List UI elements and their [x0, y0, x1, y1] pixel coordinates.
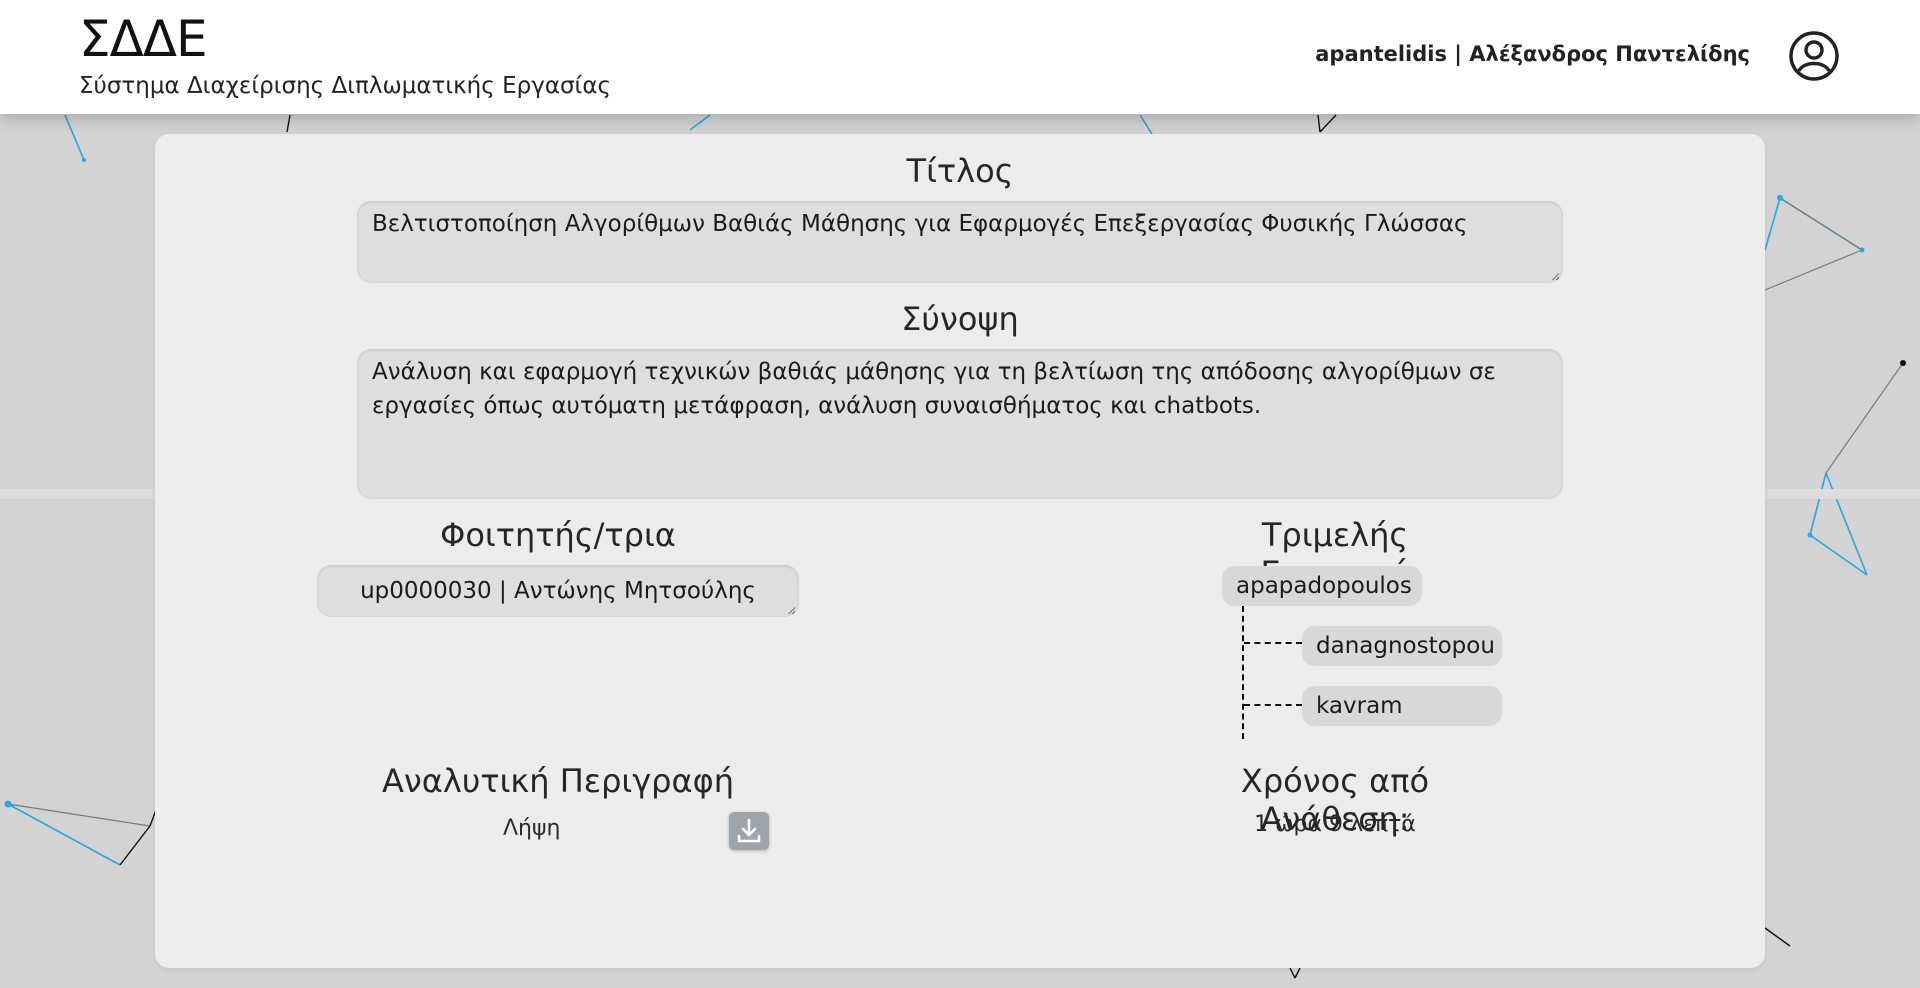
- user-info: apantelidis | Αλέξανδρος Παντελίδης: [1315, 42, 1750, 66]
- student-heading: Φοιτητής/τρια: [440, 516, 676, 554]
- student-field-text: up0000030 | Αντώνης Μητσούλης: [360, 578, 756, 604]
- download-icon: [737, 818, 761, 843]
- resize-grip-icon[interactable]: [1551, 272, 1559, 280]
- summary-field-text: Ανάλυση και εφαρμογή τεχνικών βαθιάς μάθ…: [372, 359, 1496, 419]
- download-button[interactable]: [729, 812, 769, 850]
- title-field[interactable]: Βελτιστοποίηση Αλγορίθμων Βαθιάς Μάθησης…: [357, 201, 1563, 283]
- resize-grip-icon[interactable]: [787, 606, 795, 614]
- summary-field[interactable]: Ανάλυση και εφαρμογή τεχνικών βαθιάς μάθ…: [357, 349, 1563, 499]
- committee-member: danagnostopou: [1302, 626, 1502, 666]
- committee-tree-branch: [1244, 704, 1302, 706]
- user-circle-icon[interactable]: [1788, 30, 1840, 82]
- committee-tree-branch: [1244, 642, 1302, 644]
- student-field[interactable]: up0000030 | Αντώνης Μητσούλης: [317, 565, 799, 617]
- committee-tree-vertical: [1242, 606, 1244, 739]
- description-heading: Αναλυτική Περιγραφή: [382, 762, 734, 800]
- title-heading: Τίτλος: [906, 152, 1014, 190]
- thesis-details-card: Τίτλος Βελτιστοποίηση Αλγορίθμων Βαθιάς …: [155, 134, 1765, 968]
- app-subtitle: Σύστημα Διαχείρισης Διπλωματικής Εργασία…: [79, 73, 611, 99]
- title-field-text: Βελτιστοποίηση Αλγορίθμων Βαθιάς Μάθησης…: [372, 211, 1468, 237]
- committee-member: kavram: [1302, 686, 1502, 726]
- elapsed-value: 1 ώρα 9 λεπτά: [1254, 812, 1416, 837]
- committee-supervisor: apapadopoulos: [1222, 566, 1422, 606]
- top-header: ΣΔΔΕ Σύστημα Διαχείρισης Διπλωματικής Ερ…: [0, 0, 1920, 114]
- app-logo[interactable]: ΣΔΔΕ: [79, 10, 208, 68]
- download-label: Λήψη: [503, 816, 561, 841]
- summary-heading: Σύνοψη: [901, 300, 1019, 338]
